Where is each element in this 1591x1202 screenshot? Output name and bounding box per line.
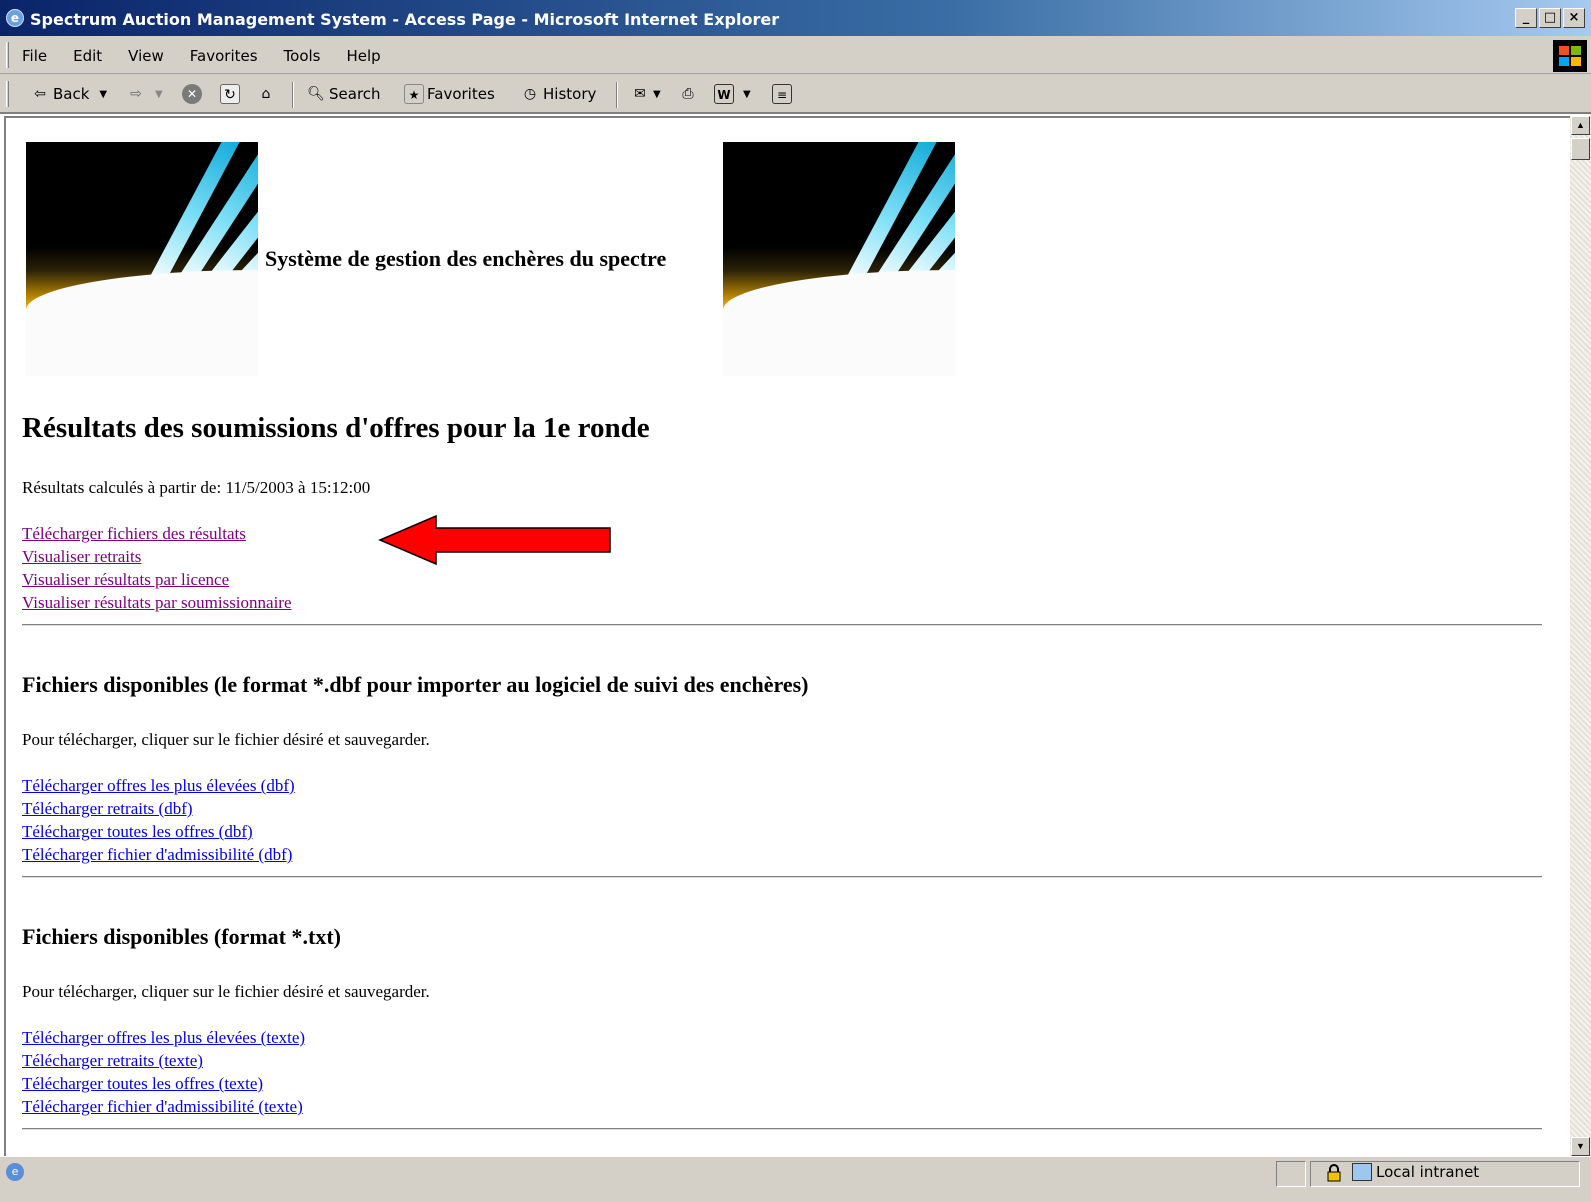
- toolbar: ⇦ Back ▼ ⇨ ▼ ✕ ↻ ⌂ 🔍︎ Search ★ Favorites…: [0, 74, 1591, 114]
- txt-section-heading: Fichiers disponibles (format *.txt): [22, 924, 341, 949]
- link-download-results[interactable]: Télécharger fichiers des résultats: [22, 522, 292, 545]
- link-results-by-licence[interactable]: Visualiser résultats par licence: [22, 568, 292, 591]
- print-button[interactable]: ⎙: [678, 84, 701, 104]
- dbf-section-heading: Fichiers disponibles (le format *.dbf po…: [22, 672, 809, 697]
- close-button[interactable]: ×: [1563, 8, 1585, 28]
- vertical-scrollbar[interactable]: ▲ ▼: [1570, 116, 1591, 1156]
- stop-icon: ✕: [182, 84, 202, 104]
- spectrum-logo-right: [723, 142, 955, 376]
- link-txt-all-bids[interactable]: Télécharger toutes les offres (texte): [22, 1072, 305, 1095]
- home-icon: ⌂: [261, 86, 271, 102]
- page-status-icon: e: [6, 1163, 24, 1181]
- link-dbf-eligibility[interactable]: Télécharger fichier d'admissibilité (dbf…: [22, 843, 295, 866]
- txt-links: Télécharger offres les plus élevées (tex…: [22, 1026, 305, 1118]
- divider: [22, 876, 1542, 878]
- scroll-up-icon[interactable]: ▲: [1571, 116, 1590, 135]
- menu-favorites[interactable]: Favorites: [190, 47, 258, 65]
- computed-timestamp: Résultats calculés à partir de: 11/5/200…: [22, 478, 371, 497]
- home-button[interactable]: ⌂: [256, 84, 279, 104]
- refresh-button[interactable]: ↻: [220, 84, 243, 104]
- menu-help[interactable]: Help: [347, 47, 381, 65]
- link-txt-eligibility[interactable]: Télécharger fichier d'admissibilité (tex…: [22, 1095, 305, 1118]
- status-bar: e Local intranet: [0, 1156, 1591, 1202]
- menu-file[interactable]: File: [22, 47, 47, 65]
- menu-bar: File Edit View Favorites Tools Help: [0, 36, 1591, 74]
- favorites-button[interactable]: ★ Favorites: [404, 84, 495, 104]
- minimize-button[interactable]: _: [1515, 8, 1537, 28]
- search-label: Search: [329, 85, 381, 103]
- link-txt-withdrawals[interactable]: Télécharger retraits (texte): [22, 1049, 305, 1072]
- discuss-icon: ≡: [772, 84, 792, 104]
- nav-links: Télécharger fichiers des résultats Visua…: [22, 522, 292, 614]
- menu-grip: [6, 42, 9, 68]
- discuss-button[interactable]: ≡: [772, 84, 795, 104]
- toolbar-separator: [292, 82, 294, 108]
- back-label: Back: [53, 85, 90, 103]
- dbf-instructions: Pour télécharger, cliquer sur le fichier…: [22, 730, 430, 749]
- menu-tools[interactable]: Tools: [284, 47, 321, 65]
- link-results-by-bidder[interactable]: Visualiser résultats par soumissionnaire: [22, 591, 292, 614]
- status-cell: [1276, 1161, 1306, 1187]
- window-title: Spectrum Auction Management System - Acc…: [30, 10, 780, 29]
- menu-view[interactable]: View: [128, 47, 164, 65]
- banner-text: Système de gestion des enchères du spect…: [265, 246, 667, 271]
- toolbar-grip: [6, 81, 9, 107]
- link-txt-highest-bids[interactable]: Télécharger offres les plus élevées (tex…: [22, 1026, 305, 1049]
- link-dbf-withdrawals[interactable]: Télécharger retraits (dbf): [22, 797, 295, 820]
- stop-button[interactable]: ✕: [182, 84, 205, 104]
- favorites-label: Favorites: [427, 85, 495, 103]
- back-button[interactable]: ⇦ Back ▼: [30, 84, 107, 104]
- edit-dropdown-icon[interactable]: ▼: [743, 89, 751, 100]
- edit-word-button[interactable]: W ▼: [714, 84, 751, 104]
- menu-edit[interactable]: Edit: [73, 47, 102, 65]
- history-icon: ◷: [523, 86, 537, 102]
- toolbar-separator: [616, 82, 618, 108]
- page-title: Résultats des soumissions d'offres pour …: [22, 412, 650, 444]
- link-dbf-all-bids[interactable]: Télécharger toutes les offres (dbf): [22, 820, 295, 843]
- windows-logo-icon: [1553, 40, 1587, 72]
- forward-dropdown-icon[interactable]: ▼: [155, 89, 163, 100]
- divider: [22, 624, 1542, 626]
- txt-instructions: Pour télécharger, cliquer sur le fichier…: [22, 982, 430, 1001]
- refresh-icon: ↻: [220, 84, 240, 104]
- menu-list: File Edit View Favorites Tools Help: [22, 47, 407, 65]
- zone-label: Local intranet: [1376, 1163, 1480, 1181]
- back-arrow-icon: ⇦: [34, 86, 46, 102]
- link-view-withdrawals[interactable]: Visualiser retraits: [22, 545, 292, 568]
- spectrum-logo-left: [26, 142, 258, 376]
- maximize-button[interactable]: □: [1539, 8, 1561, 28]
- mail-button[interactable]: ✉ ▼: [630, 84, 661, 104]
- forward-arrow-icon: ⇨: [130, 86, 142, 102]
- word-icon: W: [714, 84, 734, 104]
- history-button[interactable]: ◷ History: [520, 84, 596, 104]
- lock-icon: [1327, 1164, 1341, 1182]
- internet-explorer-icon[interactable]: e: [6, 9, 24, 27]
- security-zone: Local intranet: [1352, 1163, 1479, 1181]
- intranet-icon: [1352, 1163, 1372, 1181]
- search-icon: 🔍︎: [307, 86, 325, 102]
- scroll-down-icon[interactable]: ▼: [1571, 1137, 1590, 1156]
- page-content: Système de gestion des enchères du spect…: [4, 116, 1570, 1156]
- forward-button[interactable]: ⇨ ▼: [126, 84, 163, 104]
- window-controls: _ □ ×: [1515, 8, 1585, 28]
- divider: [22, 1128, 1542, 1130]
- search-button[interactable]: 🔍︎ Search: [306, 84, 381, 104]
- red-arrow-annotation: [378, 514, 611, 566]
- mail-dropdown-icon[interactable]: ▼: [653, 89, 661, 100]
- favorites-icon: ★: [404, 84, 424, 104]
- print-icon: ⎙: [682, 86, 694, 102]
- back-dropdown-icon[interactable]: ▼: [99, 89, 107, 100]
- link-dbf-highest-bids[interactable]: Télécharger offres les plus élevées (dbf…: [22, 774, 295, 797]
- history-label: History: [543, 85, 597, 103]
- scroll-thumb[interactable]: [1571, 138, 1590, 160]
- dbf-links: Télécharger offres les plus élevées (dbf…: [22, 774, 295, 866]
- mail-icon: ✉: [634, 86, 646, 102]
- title-bar: e Spectrum Auction Management System - A…: [0, 0, 1591, 36]
